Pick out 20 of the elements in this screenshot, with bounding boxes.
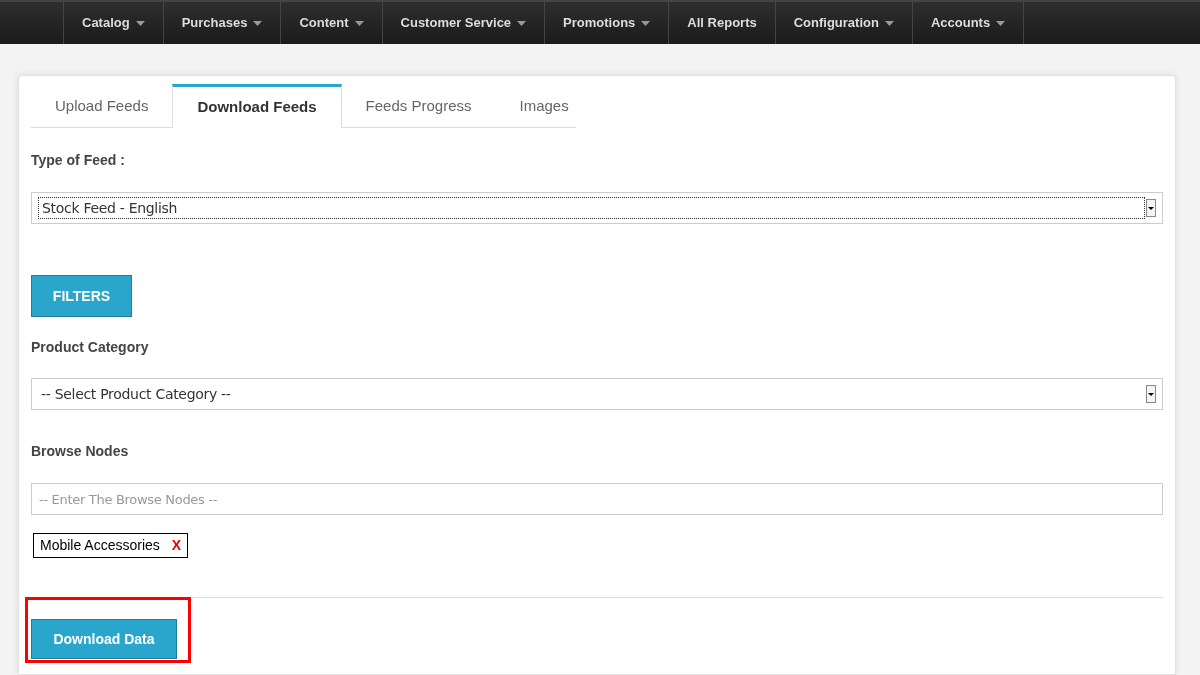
nav-menu-item[interactable]: Customer Service xyxy=(381,2,545,44)
field-label: Browse Nodes xyxy=(31,442,130,461)
feed-type-select[interactable]: Stock Feed - English xyxy=(31,192,1163,224)
field-label: Product Category xyxy=(31,338,150,357)
tab[interactable]: Upload Feeds xyxy=(31,84,173,128)
tab[interactable]: Images xyxy=(495,84,593,128)
tab[interactable]: Download Feeds xyxy=(172,84,342,128)
field-label: Type of Feed : xyxy=(31,151,126,170)
product-category-select[interactable]: -- Select Product Category -- xyxy=(31,378,1163,410)
remove-tag-button[interactable]: X xyxy=(171,535,182,556)
nav-menu-item[interactable]: Content xyxy=(280,2,382,44)
nav-menu-item[interactable]: Catalog xyxy=(63,2,163,44)
nav-menu-item[interactable]: Purchases xyxy=(162,2,281,44)
nav-menu-item[interactable]: All Reports xyxy=(668,2,775,44)
nav-menu-item[interactable]: Accounts xyxy=(911,2,1025,44)
browse-nodes-field[interactable]: -- Enter The Browse Nodes -- xyxy=(31,483,1163,515)
tab[interactable]: Feeds Progress xyxy=(341,84,496,128)
nav-menu-item[interactable]: Promotions xyxy=(544,2,669,44)
tag-label: Mobile Accessories xyxy=(40,536,160,555)
nav-menu-item[interactable]: Configuration xyxy=(774,2,912,44)
